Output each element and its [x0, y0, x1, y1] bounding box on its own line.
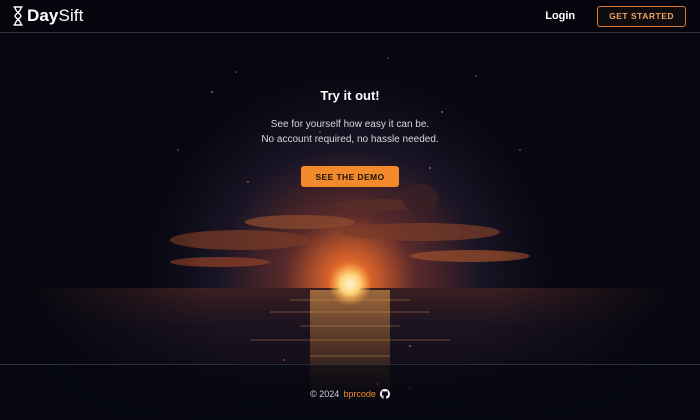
hourglass-icon	[13, 6, 23, 26]
get-started-button[interactable]: GET STARTED	[597, 5, 686, 27]
get-started-label: GET STARTED	[609, 11, 674, 21]
hero-line-2: No account required, no hassle needed.	[261, 134, 439, 145]
footer: © 2024 bprcode	[0, 364, 700, 420]
copyright-text: © 2024	[310, 389, 340, 399]
hero-section: Try it out! See for yourself how easy it…	[0, 88, 700, 187]
hero-description: See for yourself how easy it can be. No …	[0, 117, 700, 147]
sunset-background-image	[0, 0, 700, 420]
brand-name-thin: Sift	[58, 6, 84, 25]
github-icon[interactable]	[379, 389, 390, 399]
nav-actions: Login GET STARTED	[545, 5, 686, 27]
see-the-demo-label: SEE THE DEMO	[315, 171, 385, 182]
see-the-demo-button[interactable]: SEE THE DEMO	[301, 166, 399, 187]
page: DaySift Login GET STARTED Try it out! Se…	[0, 0, 700, 420]
top-nav-bar: DaySift Login GET STARTED	[0, 0, 700, 33]
hero-line-1: See for yourself how easy it can be.	[270, 119, 430, 130]
login-link[interactable]: Login	[545, 10, 575, 22]
hero-title: Try it out!	[320, 88, 380, 103]
brand-name: DaySift	[27, 6, 83, 26]
author-link[interactable]: bprcode	[343, 389, 376, 399]
brand-name-bold: Day	[27, 6, 59, 25]
brand-logo[interactable]: DaySift	[12, 6, 83, 26]
footer-content: © 2024 bprcode	[0, 389, 700, 399]
